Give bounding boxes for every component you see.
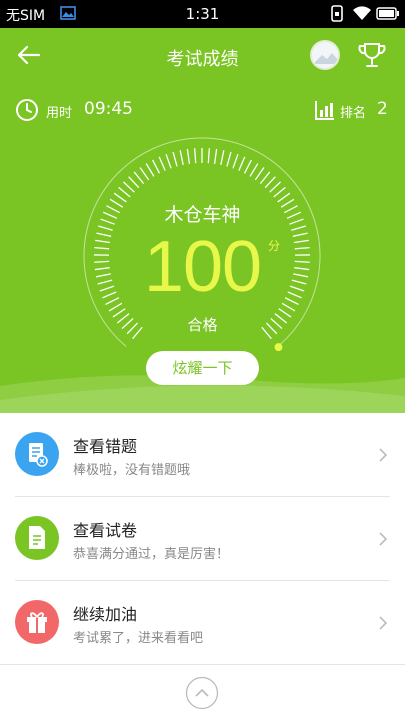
- gauge-tick: [259, 171, 271, 185]
- bar-chart-icon: [315, 101, 334, 120]
- share-button[interactable]: 炫耀一下: [146, 351, 259, 385]
- document-icon: [15, 516, 59, 560]
- gauge-tick: [133, 171, 145, 185]
- action-list: 查看错题 棒极啦，没有错题哦 查看试卷 恭喜满分通过，真是厉害！ 继续加油 考试…: [0, 413, 405, 665]
- trophy-icon[interactable]: [356, 39, 388, 71]
- rotation-lock-icon: [331, 5, 343, 22]
- time-value: 09:45: [84, 99, 133, 119]
- error-review-icon: [15, 432, 59, 476]
- item-subtitle: 恭喜满分通过，真是厉害！: [73, 547, 230, 562]
- list-item-view-paper[interactable]: 查看试卷 恭喜满分通过，真是厉害！: [15, 497, 390, 581]
- battery-icon: [376, 7, 399, 20]
- item-title: 查看错题: [73, 437, 138, 456]
- list-item-wrong-questions[interactable]: 查看错题 棒极啦，没有错题哦: [15, 413, 390, 497]
- gauge-tick: [128, 176, 140, 189]
- gauge-tick: [238, 156, 246, 171]
- rank-value: 2: [377, 99, 388, 119]
- item-subtitle: 考试累了，进来看看吧: [73, 631, 204, 646]
- gauge-tick: [207, 148, 210, 164]
- gauge-tick: [269, 181, 282, 193]
- page-title: 考试成绩: [166, 49, 239, 70]
- gauge-tick: [249, 163, 259, 177]
- gauge-tick: [186, 148, 191, 164]
- chevron-right-icon: [379, 448, 388, 462]
- gauge-tick: [122, 181, 135, 193]
- gauge-tick: [273, 186, 286, 198]
- gauge-tick: [158, 156, 166, 171]
- gauge-tick: [139, 167, 150, 181]
- gauge-tick: [172, 151, 178, 167]
- chevron-right-icon: [379, 616, 388, 630]
- gauge-tick: [213, 148, 218, 164]
- pass-status: 合格: [187, 316, 218, 334]
- gauge-tick: [118, 186, 131, 198]
- gift-icon: [15, 600, 59, 644]
- gauge-end-marker: [274, 343, 283, 352]
- bottom-bar: [0, 664, 405, 720]
- item-title: 继续加油: [73, 605, 138, 624]
- rank-label: 排名: [340, 106, 367, 121]
- chevron-right-icon: [379, 532, 388, 546]
- status-time: 1:31: [185, 5, 220, 23]
- item-title: 查看试卷: [73, 521, 138, 540]
- gauge-tick: [243, 159, 252, 174]
- time-label: 用时: [46, 106, 73, 121]
- gauge-tick: [165, 153, 172, 169]
- status-bar: 无SIM 1:31: [0, 0, 405, 28]
- gauge-tick: [232, 153, 239, 169]
- gauge-tick: [254, 167, 265, 181]
- gauge-tick: [194, 148, 197, 164]
- score-value: 100: [143, 227, 262, 307]
- gauge-tick: [226, 151, 232, 167]
- clock-icon: [16, 99, 38, 121]
- item-subtitle: 棒极啦，没有错题哦: [73, 463, 191, 478]
- scroll-up-icon[interactable]: [185, 676, 219, 710]
- list-item-keep-going[interactable]: 继续加油 考试累了，进来看看吧: [15, 581, 390, 665]
- gauge-tick: [179, 150, 184, 166]
- driver-title: 木仓车神: [164, 204, 241, 226]
- result-hero: 考试成绩 用时 09:45 排名 2 木仓车神 100 分 合格 炫耀一下: [0, 28, 405, 413]
- avatar[interactable]: [310, 40, 340, 70]
- gauge-tick: [220, 150, 225, 166]
- ranking: 排名 2: [314, 98, 394, 122]
- gauge-tick: [152, 159, 161, 174]
- gauge-tick: [145, 163, 155, 177]
- gauge-tick: [264, 176, 276, 189]
- score-unit: 分: [268, 239, 281, 253]
- wifi-icon: [353, 6, 371, 21]
